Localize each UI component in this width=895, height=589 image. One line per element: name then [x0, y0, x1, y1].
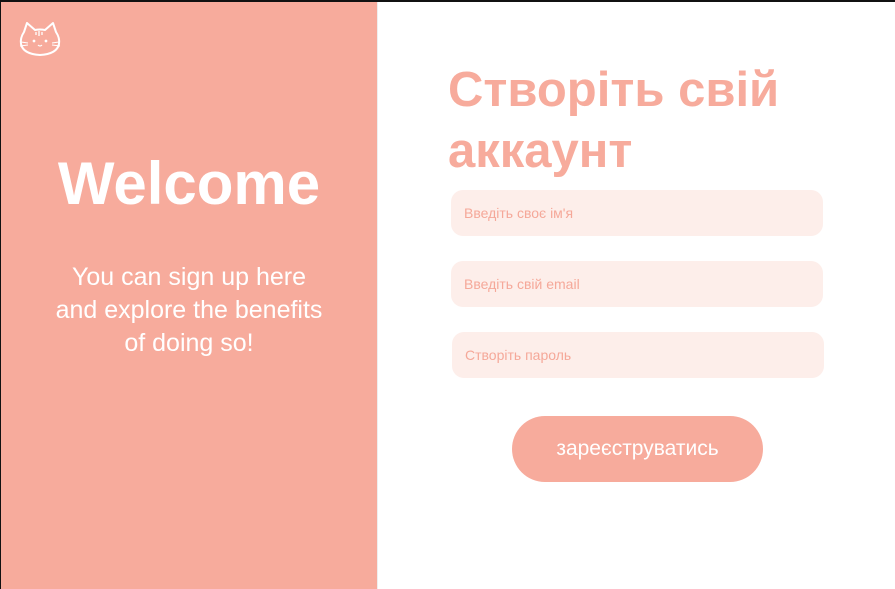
password-field[interactable] [452, 332, 824, 378]
form-title: Створіть свій аккаунт [448, 63, 780, 178]
welcome-text: You can sign up here and explore the ben… [55, 263, 323, 357]
name-field[interactable] [451, 190, 823, 236]
welcome-title: Welcome [57, 150, 321, 217]
signup-screen: Welcome You can sign up here and explore… [0, 0, 895, 589]
signup-form-panel: Створіть свій аккаунт зареєструватись [377, 2, 895, 589]
cat-face-icon [18, 20, 62, 60]
welcome-panel: Welcome You can sign up here and explore… [1, 2, 377, 589]
email-field[interactable] [451, 261, 823, 307]
register-button[interactable]: зареєструватись [512, 416, 763, 482]
